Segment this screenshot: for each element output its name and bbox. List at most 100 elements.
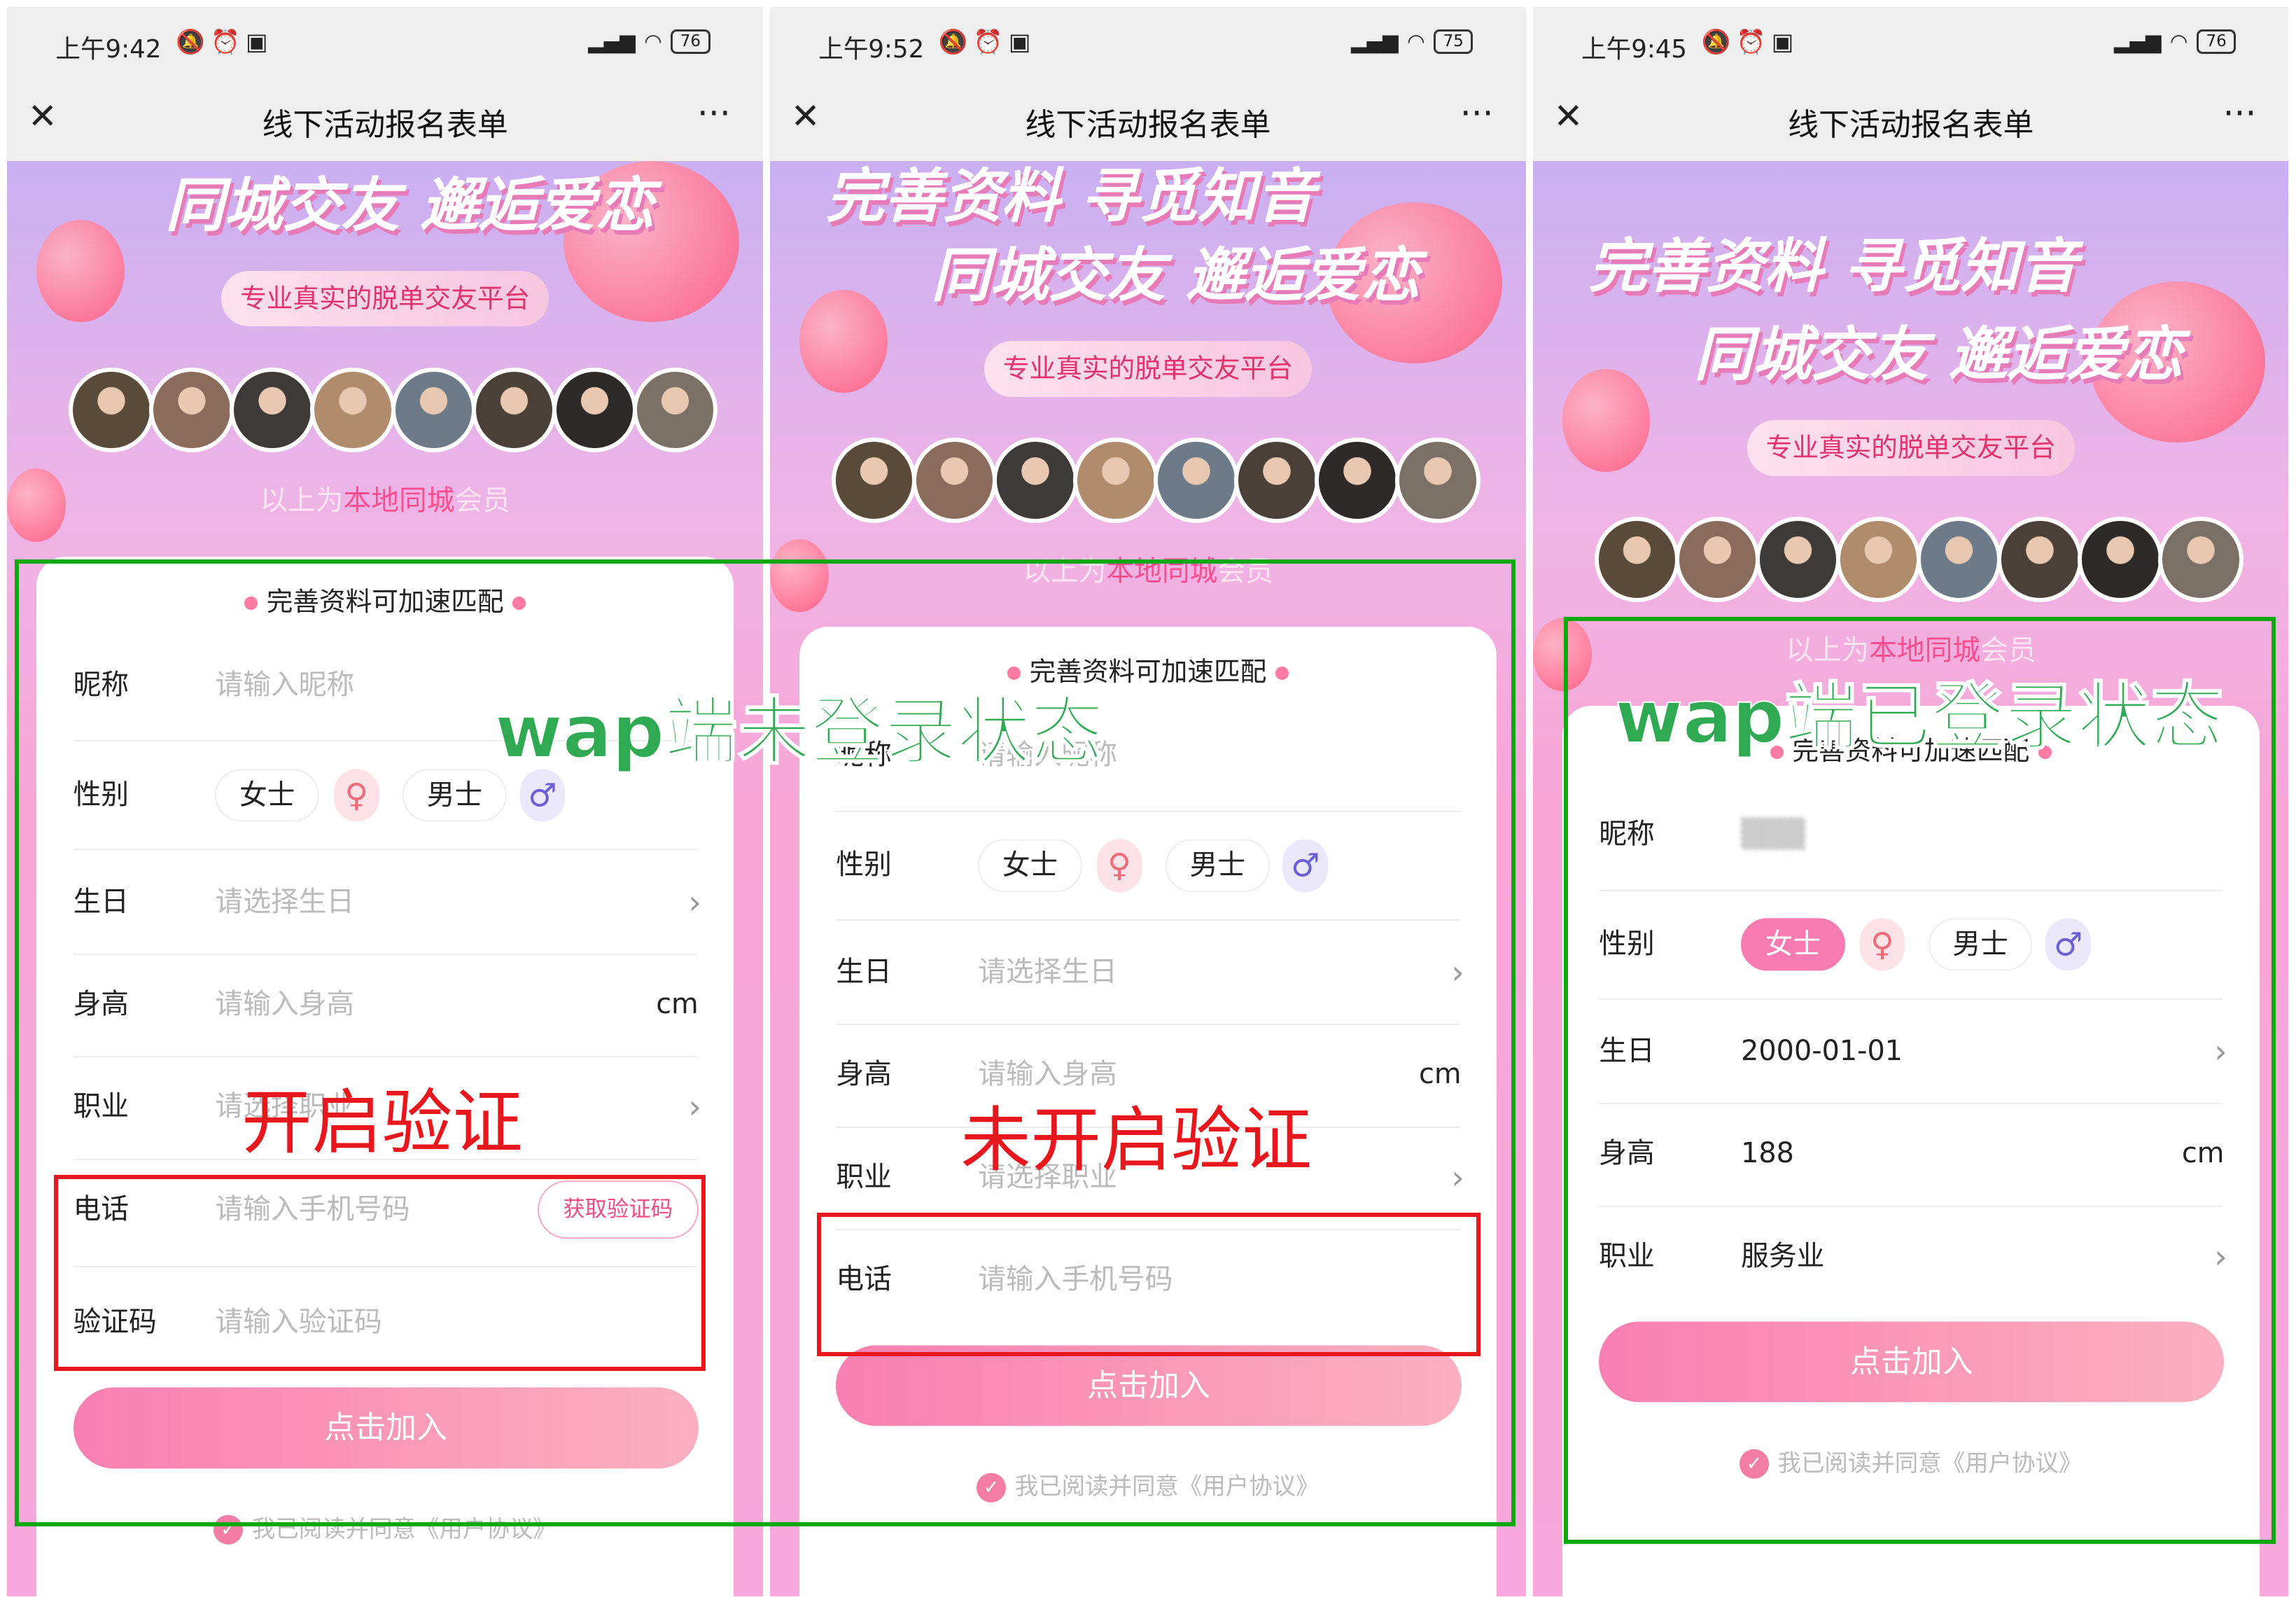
member-avatar[interactable] <box>149 368 234 453</box>
unit-label: cm <box>1419 1058 1462 1091</box>
unit-label: cm <box>656 988 699 1021</box>
male-icon[interactable]: ♂ <box>1282 839 1329 892</box>
female-icon[interactable]: ♀ <box>333 769 379 822</box>
field-input[interactable]: 请选择生日 <box>978 956 1117 989</box>
status-right: ▂▄▆ ◠ 75 <box>1351 29 1474 55</box>
member-avatar[interactable] <box>1234 438 1320 523</box>
member-avatar[interactable] <box>1154 438 1239 523</box>
members-post: 会员 <box>1980 634 2036 667</box>
member-avatar[interactable] <box>1315 438 1400 523</box>
agreement-row[interactable]: ✓ 我已阅读并同意《用户协议》 <box>36 1514 734 1545</box>
member-avatar[interactable] <box>1917 517 2002 602</box>
chevron-right-icon[interactable]: › <box>2214 1237 2227 1276</box>
chevron-right-icon[interactable]: › <box>1451 1158 1464 1197</box>
female-icon[interactable]: ♀ <box>1859 918 1905 971</box>
status-right: ▂▄▆ ◠ 76 <box>588 29 710 55</box>
chevron-right-icon[interactable]: › <box>1451 953 1464 991</box>
page-title: 线下活动报名表单 <box>1788 107 2034 144</box>
row-divider <box>1599 1103 2223 1105</box>
male-icon[interactable]: ♂ <box>2045 918 2092 971</box>
member-avatar[interactable] <box>832 438 917 523</box>
member-avatar[interactable] <box>993 438 1078 523</box>
phone-screen: 上午9:42 🔕⏰▣ ▂▄▆ ◠ 76 ✕ 线下活动报名表单 ··· 同城交友 邂逅爱恋 专业真实… <box>7 7 763 1597</box>
field-input[interactable]: 请选择职业 <box>215 1091 354 1124</box>
member-avatar[interactable] <box>1594 517 1680 602</box>
field-input[interactable]: 请输入昵称 <box>978 739 1117 773</box>
member-avatar[interactable] <box>1756 517 1841 602</box>
gender-female-option[interactable]: 女士 <box>978 839 1082 892</box>
join-button[interactable]: 点击加入 <box>1599 1321 2225 1402</box>
gender-male-option[interactable]: 男士 <box>402 769 507 822</box>
field-label: 昵称 <box>1599 818 1655 851</box>
member-avatar[interactable] <box>1395 438 1480 523</box>
member-avatar[interactable] <box>1836 517 1921 602</box>
join-button[interactable]: 点击加入 <box>73 1387 699 1469</box>
agreement-text[interactable]: 我已阅读并同意《用户协议》 <box>1778 1449 2082 1476</box>
field-input[interactable]: 请输入验证码 <box>215 1306 382 1339</box>
member-avatar[interactable] <box>391 368 476 453</box>
member-avatar[interactable] <box>310 368 396 453</box>
field-label: 职业 <box>1599 1239 1655 1272</box>
status-bar: 上午9:52 🔕⏰▣ ▂▄▆ ◠ 75 <box>770 7 1526 81</box>
form-header-text: 完善资料可加速匹配 <box>266 585 504 617</box>
row-divider <box>836 1229 1460 1231</box>
gender-male-option[interactable]: 男士 <box>1928 918 2033 971</box>
comparison-screenshot: 上午9:42 🔕⏰▣ ▂▄▆ ◠ 76 ✕ 线下活动报名表单 ··· 同城交友 邂逅爱恋 专业真实… <box>0 0 2296 1602</box>
members-caption: 以上为本地同城会员 <box>1533 634 2288 668</box>
agreement-row[interactable]: ✓ 我已阅读并同意《用户协议》 <box>799 1471 1497 1503</box>
field-input[interactable]: ▒▒▒ <box>1741 818 1805 851</box>
gender-female-option[interactable]: 女士 <box>215 769 319 822</box>
more-icon[interactable]: ··· <box>697 92 731 134</box>
members-post: 会员 <box>1217 555 1273 587</box>
form-header-text: 完善资料可加速匹配 <box>1029 656 1267 688</box>
more-icon[interactable]: ··· <box>2223 92 2257 134</box>
member-avatar[interactable] <box>632 368 718 453</box>
member-avatar[interactable] <box>2158 517 2244 602</box>
check-icon[interactable]: ✓ <box>214 1515 244 1545</box>
field-input[interactable]: 请输入身高 <box>978 1059 1117 1092</box>
field-input[interactable]: 请输入身高 <box>215 988 354 1022</box>
banner-headline: 完善资料 寻觅知音 <box>1588 232 2078 301</box>
field-input[interactable]: 请选择生日 <box>215 886 354 919</box>
member-avatar[interactable] <box>1073 438 1158 523</box>
chevron-right-icon[interactable]: › <box>689 883 701 921</box>
more-icon[interactable]: ··· <box>1460 92 1494 134</box>
field-input[interactable]: 请输入手机号码 <box>215 1193 410 1227</box>
check-icon[interactable]: ✓ <box>976 1472 1007 1503</box>
field-input[interactable]: 2000-01-01 <box>1741 1035 1903 1068</box>
chevron-right-icon[interactable]: › <box>689 1088 701 1127</box>
male-icon[interactable]: ♂ <box>519 769 566 822</box>
field-input[interactable]: 请输入昵称 <box>215 669 354 702</box>
agreement-text[interactable]: 我已阅读并同意《用户协议》 <box>252 1515 556 1542</box>
agreement-row[interactable]: ✓ 我已阅读并同意《用户协议》 <box>1562 1447 2260 1479</box>
member-avatar[interactable] <box>2078 517 2163 602</box>
status-right: ▂▄▆ ◠ 76 <box>2114 29 2236 55</box>
field-input[interactable]: 服务业 <box>1741 1240 1824 1274</box>
page-title: 线下活动报名表单 <box>1025 107 1271 144</box>
gender-female-option[interactable]: 女士 <box>1741 918 1845 971</box>
member-avatar[interactable] <box>1997 517 2082 602</box>
page-title: 线下活动报名表单 <box>262 107 508 144</box>
field-label: 职业 <box>73 1090 130 1123</box>
member-avatar[interactable] <box>912 438 997 523</box>
member-avatar[interactable] <box>1675 517 1760 602</box>
get-code-button[interactable]: 获取验证码 <box>537 1180 699 1239</box>
member-avatar[interactable] <box>471 368 556 453</box>
field-label: 身高 <box>1599 1137 1655 1170</box>
banner-headline: 同城交友 邂逅爱恋 <box>931 241 1420 310</box>
field-input[interactable]: 188 <box>1741 1137 1794 1171</box>
female-icon[interactable]: ♀ <box>1096 839 1142 892</box>
field-input[interactable]: 请输入手机号码 <box>978 1263 1172 1297</box>
members-pre: 以上为 <box>260 485 344 517</box>
agreement-text[interactable]: 我已阅读并同意《用户协议》 <box>1015 1472 1320 1500</box>
check-icon[interactable]: ✓ <box>1740 1449 1769 1479</box>
chevron-right-icon[interactable]: › <box>2214 1032 2227 1071</box>
field-input[interactable]: 请选择职业 <box>978 1161 1117 1194</box>
member-avatar[interactable] <box>69 368 154 453</box>
gender-male-option[interactable]: 男士 <box>1166 839 1270 892</box>
member-avatar[interactable] <box>552 368 637 453</box>
member-avatar[interactable] <box>230 368 315 453</box>
phone-screen: 上午9:45 🔕⏰▣ ▂▄▆ ◠ 76 ✕ 线下活动报名表单 ··· 完善资料 寻觅知音 同城交友… <box>1533 7 2289 1597</box>
join-button[interactable]: 点击加入 <box>836 1345 1462 1426</box>
row-divider <box>73 953 697 955</box>
